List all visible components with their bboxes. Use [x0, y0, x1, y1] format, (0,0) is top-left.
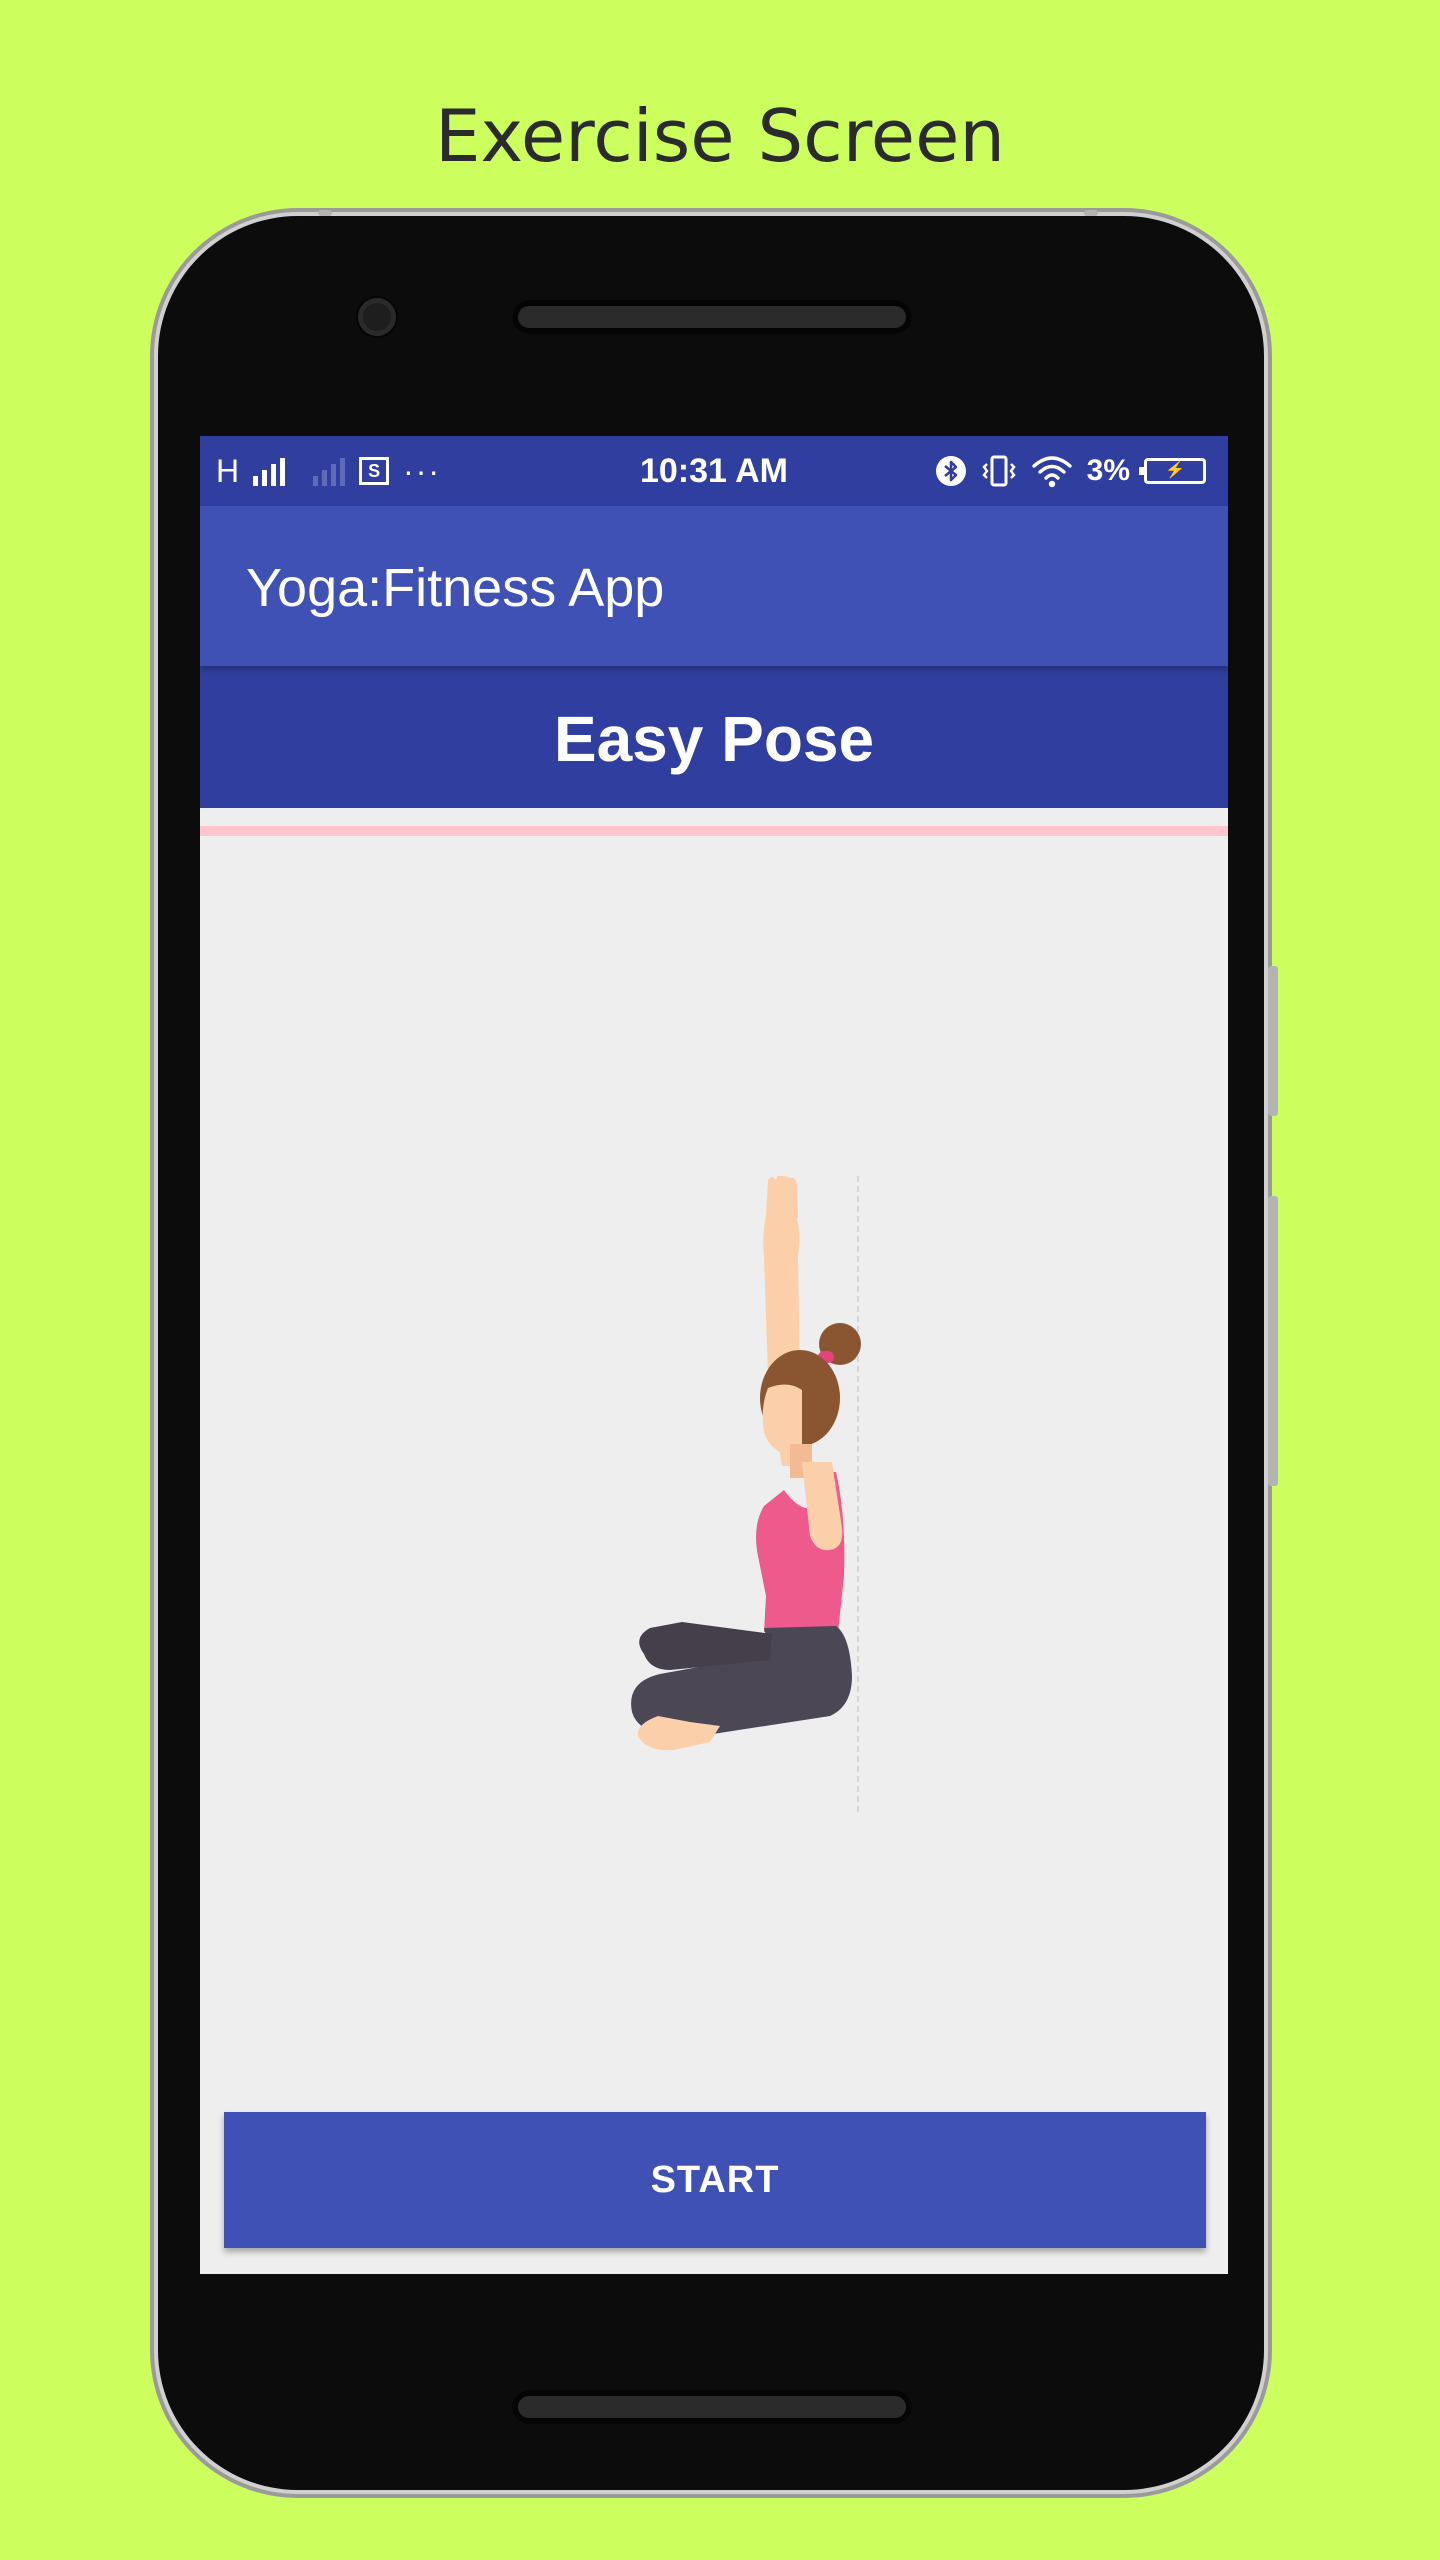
vibrate-icon: [982, 455, 1016, 487]
phone-screen: H S ··· 10:31 AM 3% ⚡ Yoga:Fitness App E…: [200, 436, 1228, 2274]
page-caption: Exercise Screen: [434, 94, 1006, 178]
bluetooth-icon: [935, 456, 966, 486]
phone-frame: H S ··· 10:31 AM 3% ⚡ Yoga:Fitness App E…: [158, 210, 1278, 2490]
volume-button: [1268, 1196, 1278, 1486]
start-button[interactable]: START: [224, 2112, 1206, 2248]
power-button: [1268, 966, 1278, 1116]
wifi-icon: [1031, 456, 1072, 488]
app-bar: Yoga:Fitness App: [200, 506, 1228, 666]
top-edge-right: [1084, 210, 1098, 216]
bottom-speaker: [512, 2390, 912, 2424]
battery-percent: 3%: [1086, 454, 1130, 487]
exercise-title: Easy Pose: [553, 703, 875, 775]
front-camera: [358, 298, 396, 336]
status-bar: H S ··· 10:31 AM 3% ⚡: [200, 436, 1228, 506]
top-edge-left: [318, 210, 332, 216]
top-speaker: [512, 300, 912, 334]
battery-charging-icon: ⚡: [1139, 458, 1206, 484]
status-right: 3% ⚡: [935, 450, 1206, 492]
easy-pose-illustration: [631, 1176, 861, 1816]
app-title: Yoga:Fitness App: [246, 558, 665, 618]
page: Exercise Screen H S ··· 10:31 AM 3% ⚡ Yo…: [0, 0, 1440, 2560]
exercise-progress-bar: [200, 826, 1228, 836]
exercise-header: Easy Pose: [200, 666, 1228, 808]
